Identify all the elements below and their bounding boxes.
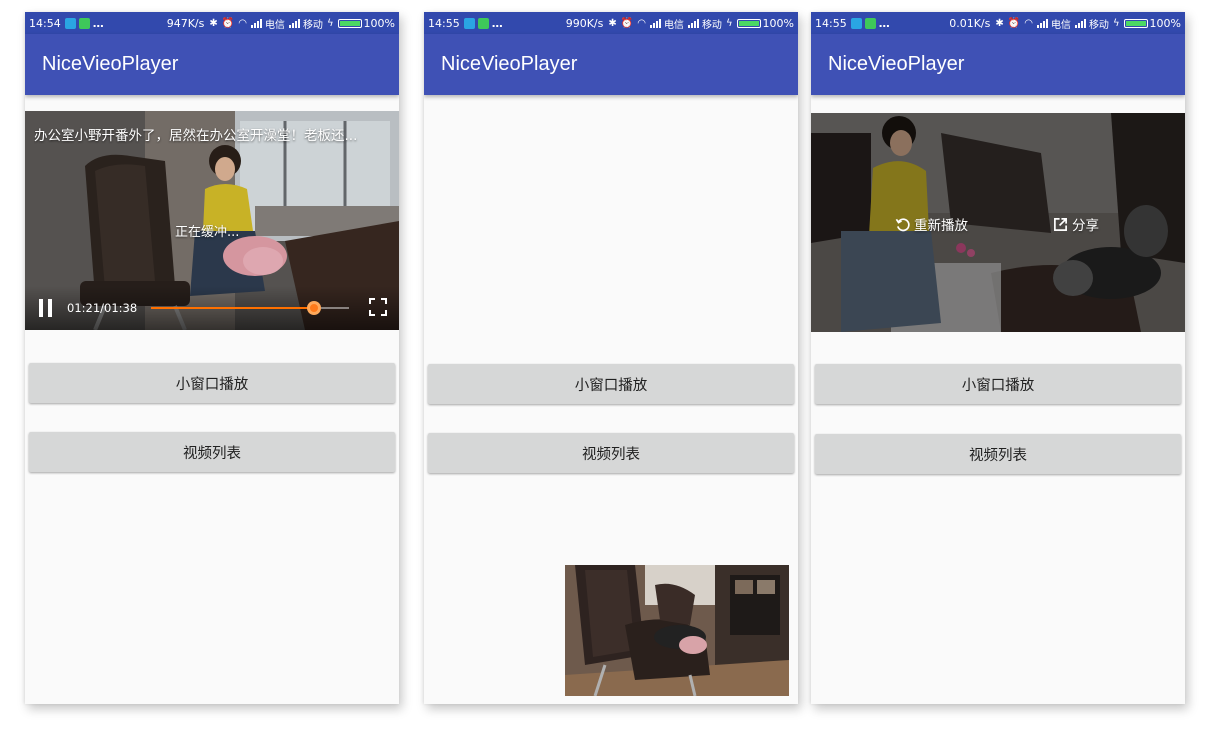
signal-icon xyxy=(1074,18,1086,28)
video-list-button[interactable]: 视频列表 xyxy=(815,434,1181,474)
signal-4g-icon xyxy=(649,18,661,28)
small-window-play-button[interactable]: 小窗口播放 xyxy=(428,364,794,404)
charging-icon: ϟ xyxy=(1112,17,1120,29)
network-speed: 0.01K/s xyxy=(949,16,991,30)
seek-bar[interactable] xyxy=(151,301,349,315)
phone-screen-playing: 14:54 … 947K/s ✱ ⏰ ◠ 电信 移动 ϟ 100% NiceVi… xyxy=(25,12,399,704)
app-bar: NiceVieoPlayer xyxy=(424,34,798,95)
battery-percent: 100% xyxy=(1149,16,1181,30)
video-player[interactable]: 重新播放 分享 xyxy=(811,113,1185,332)
video-frame-girl-pig xyxy=(811,113,1185,332)
notification-icon xyxy=(850,17,862,29)
share-button[interactable]: 分享 xyxy=(1053,214,1099,234)
app-bar: NiceVieoPlayer xyxy=(25,34,399,95)
mini-window-player[interactable] xyxy=(565,565,789,696)
video-controls: 01:21/01:38 xyxy=(25,286,399,330)
wifi-icon: ◠ xyxy=(637,17,646,29)
playback-time: 01:21/01:38 xyxy=(67,301,138,315)
buffering-text: 正在缓冲... xyxy=(175,225,240,240)
status-time: 14:55 xyxy=(428,16,460,30)
notification-icon xyxy=(64,17,76,29)
battery-icon xyxy=(1123,18,1148,28)
carrier-name: 移动 xyxy=(1088,19,1109,31)
bluetooth-icon: ✱ xyxy=(209,17,218,29)
small-window-play-button[interactable]: 小窗口播放 xyxy=(29,363,395,403)
notification-icon xyxy=(463,17,475,29)
notification-icon xyxy=(477,17,489,29)
bluetooth-icon: ✱ xyxy=(608,17,617,29)
wifi-icon: ◠ xyxy=(1024,17,1033,29)
carrier-name: 电信 xyxy=(663,19,684,31)
status-bar: 14:55 … 990K/s ✱ ⏰ ◠ 电信 移动 ϟ 100% xyxy=(424,12,798,34)
replay-button[interactable]: 重新播放 xyxy=(895,214,968,234)
carrier-name: 移动 xyxy=(302,19,323,31)
more-notifications-icon: … xyxy=(491,16,504,30)
phone-screen-mini-window: 14:55 … 990K/s ✱ ⏰ ◠ 电信 移动 ϟ 100% NiceVi… xyxy=(424,12,798,704)
more-notifications-icon: … xyxy=(878,16,891,30)
alarm-icon: ⏰ xyxy=(1007,17,1021,29)
signal-4g-icon xyxy=(250,18,262,28)
status-time: 14:55 xyxy=(815,16,847,30)
bluetooth-icon: ✱ xyxy=(995,17,1004,29)
app-title: NiceVieoPlayer xyxy=(441,53,578,75)
more-notifications-icon: … xyxy=(92,16,105,30)
replay-icon xyxy=(895,217,910,231)
carrier-name: 电信 xyxy=(264,19,285,31)
battery-icon xyxy=(736,18,761,28)
app-title: NiceVieoPlayer xyxy=(828,53,965,75)
charging-icon: ϟ xyxy=(725,17,733,29)
alarm-icon: ⏰ xyxy=(221,17,235,29)
video-frame-chair-pig xyxy=(565,565,789,696)
app-title: NiceVieoPlayer xyxy=(42,53,179,75)
video-title: 办公室小野开番外了，居然在办公室开澡堂！老板还... xyxy=(34,128,358,144)
battery-percent: 100% xyxy=(762,16,794,30)
status-time: 14:54 xyxy=(29,16,61,30)
seek-thumb[interactable] xyxy=(307,301,322,315)
carrier-name: 移动 xyxy=(701,19,722,31)
video-list-button[interactable]: 视频列表 xyxy=(428,433,794,473)
carrier-name: 电信 xyxy=(1050,19,1071,31)
small-window-play-button[interactable]: 小窗口播放 xyxy=(815,364,1181,404)
share-label: 分享 xyxy=(1072,218,1099,234)
notification-icon xyxy=(78,17,90,29)
video-player[interactable]: 办公室小野开番外了，居然在办公室开澡堂！老板还... 正在缓冲... 01:21… xyxy=(25,111,399,330)
battery-percent: 100% xyxy=(363,16,395,30)
status-bar: 14:54 … 947K/s ✱ ⏰ ◠ 电信 移动 ϟ 100% xyxy=(25,12,399,34)
pause-button[interactable] xyxy=(38,299,54,317)
video-list-button[interactable]: 视频列表 xyxy=(29,432,395,472)
signal-icon xyxy=(687,18,699,28)
battery-icon xyxy=(337,18,362,28)
app-bar: NiceVieoPlayer xyxy=(811,34,1185,95)
wifi-icon: ◠ xyxy=(238,17,247,29)
status-bar: 14:55 … 0.01K/s ✱ ⏰ ◠ 电信 移动 ϟ 100% xyxy=(811,12,1185,34)
replay-label: 重新播放 xyxy=(914,218,968,234)
share-icon xyxy=(1054,217,1067,231)
network-speed: 990K/s xyxy=(565,16,604,30)
phone-screen-completed: 14:55 … 0.01K/s ✱ ⏰ ◠ 电信 移动 ϟ 100% NiceV… xyxy=(811,12,1185,704)
network-speed: 947K/s xyxy=(166,16,205,30)
signal-icon xyxy=(288,18,300,28)
alarm-icon: ⏰ xyxy=(620,17,634,29)
seek-progress xyxy=(151,307,315,309)
fullscreen-icon[interactable] xyxy=(369,298,387,316)
charging-icon: ϟ xyxy=(326,17,334,29)
signal-4g-icon xyxy=(1036,18,1048,28)
notification-icon xyxy=(864,17,876,29)
